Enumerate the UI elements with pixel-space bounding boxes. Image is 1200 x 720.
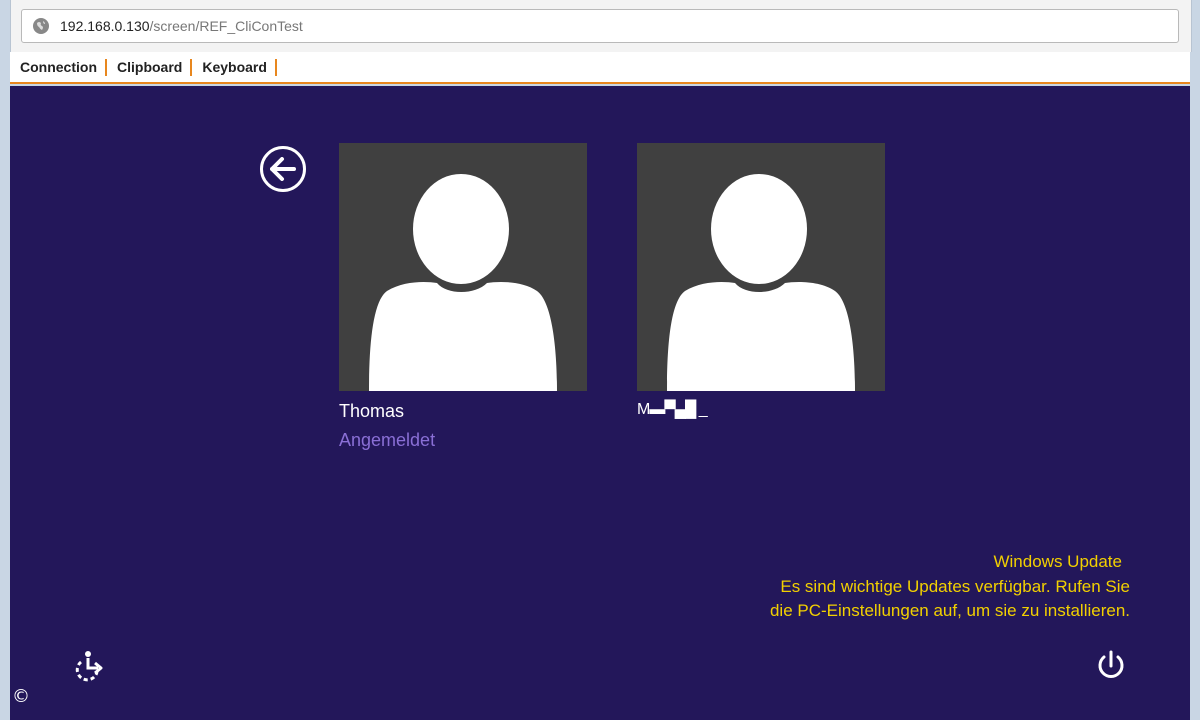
notification-line-1: Es sind wichtige Updates verfügbar. Rufe… — [780, 576, 1130, 596]
address-bar[interactable]: 192.168.0.130/screen/REF_CliConTest — [21, 9, 1179, 43]
menu-connection[interactable]: Connection — [10, 58, 107, 76]
user-status-signed-in: Angemeldet — [339, 430, 436, 450]
browser-toolbar: 192.168.0.130/screen/REF_CliConTest — [10, 0, 1192, 52]
menu-bar: Connection Clipboard Keyboard — [10, 52, 1190, 84]
user-avatar-icon — [667, 174, 855, 391]
menu-keyboard[interactable]: Keyboard — [192, 58, 277, 76]
browser-window: 192.168.0.130/screen/REF_CliConTest Conn… — [0, 0, 1200, 720]
copyright-watermark: © — [12, 686, 30, 707]
windows-update-notification[interactable]: Windows Update Es sind wichtige Updates … — [770, 550, 1130, 624]
url-host: 192.168.0.130 — [60, 18, 150, 34]
ease-of-access-icon[interactable] — [72, 648, 108, 684]
arrow-left-circle-icon — [270, 157, 296, 181]
notification-title: Windows Update — [993, 552, 1122, 571]
user-avatar-icon — [369, 174, 557, 391]
power-icon[interactable] — [1094, 649, 1128, 683]
user-tile-second[interactable] — [637, 143, 885, 391]
menu-clipboard[interactable]: Clipboard — [107, 58, 193, 76]
notification-line-2: die PC-Einstellungen auf, um sie zu inst… — [769, 601, 1130, 620]
user-name-thomas: Thomas — [339, 401, 405, 421]
url-path: /screen/REF_CliConTest — [149, 18, 303, 34]
user-name-second: M▬▀▄█ _ — [637, 401, 708, 418]
globe-icon[interactable] — [32, 17, 50, 35]
user-tile-thomas[interactable] — [339, 143, 587, 391]
back-button[interactable] — [260, 146, 306, 192]
url-text[interactable]: 192.168.0.130/screen/REF_CliConTest — [60, 18, 303, 34]
remote-login-screen: Thomas Angemeldet M▬▀▄█ _ Windows Update… — [10, 86, 1190, 720]
